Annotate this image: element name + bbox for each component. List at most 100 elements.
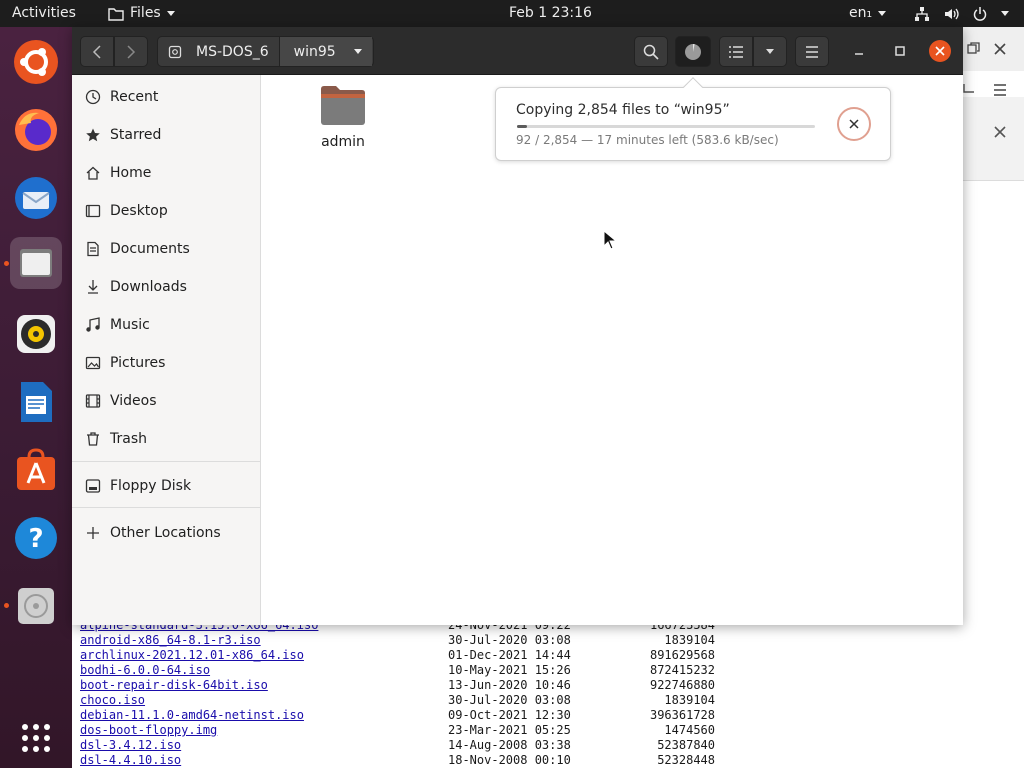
sidebar-item-music[interactable]: Music bbox=[72, 308, 260, 342]
dock-firefox[interactable] bbox=[10, 104, 62, 156]
sidebar-item-label: Pictures bbox=[110, 355, 166, 371]
drive-icon bbox=[168, 45, 182, 58]
path-segment-drive[interactable]: MS-DOS_6 bbox=[158, 37, 279, 66]
file-link[interactable]: choco.iso bbox=[80, 693, 145, 708]
input-source-label: en₁ bbox=[849, 5, 873, 21]
dock-ubuntu[interactable] bbox=[10, 36, 62, 88]
sidebar-item-desktop[interactable]: Desktop bbox=[72, 194, 260, 228]
chevron-down-icon bbox=[1001, 11, 1009, 16]
file-link[interactable]: debian-11.1.0-amd64-netinst.iso bbox=[80, 708, 304, 723]
view-list-button[interactable] bbox=[719, 36, 753, 67]
path-segment-label: win95 bbox=[293, 43, 336, 60]
dock-disc[interactable] bbox=[10, 580, 62, 632]
background-browser bbox=[962, 27, 1024, 627]
sidebar-item-trash[interactable]: Trash bbox=[72, 422, 260, 456]
floppy-icon bbox=[85, 479, 101, 493]
file-link[interactable]: dsl-4.4.10.iso bbox=[80, 753, 181, 768]
view-options-button[interactable] bbox=[753, 36, 787, 67]
input-source-menu[interactable]: en₁ bbox=[849, 0, 887, 27]
clock[interactable]: Feb 1 23:16 bbox=[509, 0, 592, 27]
progress-pie-icon bbox=[685, 43, 701, 60]
folder-label: admin bbox=[321, 134, 365, 150]
dock-rhythmbox[interactable] bbox=[10, 308, 62, 360]
running-indicator bbox=[4, 261, 9, 266]
file-link[interactable]: dos-boot-floppy.img bbox=[80, 723, 217, 738]
sidebar-item-label: Home bbox=[110, 165, 152, 181]
file-link[interactable]: archlinux-2021.12.01-x86_64.iso bbox=[80, 648, 304, 663]
sidebar-item-pictures[interactable]: Pictures bbox=[72, 346, 260, 380]
path-segment-current[interactable]: win95 bbox=[278, 37, 372, 66]
file-link[interactable]: dsl-3.4.12.iso bbox=[80, 738, 181, 753]
sidebar-item-home[interactable]: Home bbox=[72, 156, 260, 190]
writer-icon bbox=[21, 382, 52, 422]
file-operations-popover: Copying 2,854 files to “win95” 92 / 2,85… bbox=[495, 77, 891, 161]
restore-icon[interactable] bbox=[966, 41, 980, 55]
operation-status: 92 / 2,854 — 17 minutes left (583.6 kB/s… bbox=[516, 133, 779, 147]
file-link[interactable]: android-x86_64-8.1-r3.iso bbox=[80, 633, 261, 648]
cancel-operation-button[interactable] bbox=[837, 107, 871, 141]
file-size: 891629568 bbox=[649, 648, 715, 662]
chevron-left-icon bbox=[92, 44, 101, 59]
sidebar-item-starred[interactable]: Starred bbox=[72, 118, 260, 152]
close-icon[interactable] bbox=[992, 41, 1008, 57]
minimize-button[interactable] bbox=[848, 40, 870, 62]
file-size: 396361728 bbox=[649, 708, 715, 722]
power-icon bbox=[973, 6, 987, 21]
search-button[interactable] bbox=[634, 36, 668, 67]
download-icon[interactable] bbox=[962, 83, 976, 97]
table-row: bodhi-6.0.0-64.iso 10-May-2021 15:26 87241… bbox=[72, 663, 772, 678]
browser-toolbar bbox=[962, 27, 1024, 71]
table-row: choco.iso 30-Jul-2020 03:08 1839104 bbox=[72, 693, 772, 708]
dock-files[interactable] bbox=[10, 237, 62, 289]
app-menu[interactable]: Files bbox=[108, 0, 175, 27]
chevron-down-icon bbox=[766, 49, 774, 54]
file-link[interactable]: bodhi-6.0.0-64.iso bbox=[80, 663, 210, 678]
file-size: 1839104 bbox=[664, 693, 715, 707]
files-icon bbox=[20, 249, 52, 277]
maximize-button[interactable] bbox=[889, 40, 911, 62]
file-date: 18-Nov-2008 00:10 bbox=[448, 753, 571, 767]
header-bar: MS-DOS_6 win95 bbox=[72, 27, 963, 75]
file-link[interactable]: boot-repair-disk-64bit.iso bbox=[80, 678, 268, 693]
operation-progress-bar bbox=[517, 125, 815, 128]
table-row: dos-boot-floppy.img 23-Mar-2021 05:25 1474… bbox=[72, 723, 772, 738]
back-button[interactable] bbox=[80, 36, 114, 67]
sidebar-item-recent[interactable]: Recent bbox=[72, 80, 260, 114]
hamburger-icon bbox=[806, 45, 818, 58]
dock-thunderbird[interactable] bbox=[10, 172, 62, 224]
sidebar-item-documents[interactable]: Documents bbox=[72, 232, 260, 266]
files-window: MS-DOS_6 win95 Recent Starred Home Deskt… bbox=[72, 27, 963, 625]
close-notification-icon[interactable] bbox=[992, 124, 1008, 140]
file-date: 14-Aug-2008 03:38 bbox=[448, 738, 571, 752]
operation-progress-fill bbox=[517, 125, 527, 128]
chevron-right-icon bbox=[127, 44, 136, 59]
table-row: dsl-3.4.12.iso 14-Aug-2008 03:38 52387840 bbox=[72, 738, 772, 753]
main-menu-button[interactable] bbox=[795, 36, 829, 67]
activities-button[interactable]: Activities bbox=[12, 0, 76, 27]
forward-button[interactable] bbox=[114, 36, 148, 67]
close-button[interactable] bbox=[929, 40, 951, 62]
file-size: 52328448 bbox=[657, 753, 715, 767]
sidebar-item-other-locations[interactable]: Other Locations bbox=[72, 516, 260, 550]
dock-writer[interactable] bbox=[10, 376, 62, 428]
show-applications-button[interactable] bbox=[10, 712, 62, 764]
file-size: 922746880 bbox=[649, 678, 715, 692]
thunderbird-icon bbox=[15, 177, 57, 219]
operations-button[interactable] bbox=[675, 36, 711, 67]
menu-icon[interactable] bbox=[992, 83, 1008, 97]
sidebar-item-label: Music bbox=[110, 317, 150, 333]
dock-help[interactable]: ? bbox=[10, 512, 62, 564]
app-grid-icon bbox=[22, 724, 50, 752]
folder-item[interactable]: admin bbox=[303, 83, 383, 150]
folder-icon bbox=[108, 7, 124, 21]
dock-software[interactable] bbox=[10, 444, 62, 496]
table-row: android-x86_64-8.1-r3.iso 30-Jul-2020 03:… bbox=[72, 633, 772, 648]
close-icon bbox=[935, 46, 945, 56]
sidebar-item-downloads[interactable]: Downloads bbox=[72, 270, 260, 304]
sidebar-item-label: Videos bbox=[110, 393, 157, 409]
system-menu[interactable] bbox=[914, 0, 1009, 27]
sidebar-item-videos[interactable]: Videos bbox=[72, 384, 260, 418]
sidebar-item-floppy[interactable]: Floppy Disk bbox=[72, 469, 260, 503]
sidebar-item-label: Desktop bbox=[110, 203, 168, 219]
sidebar-item-label: Starred bbox=[110, 127, 162, 143]
